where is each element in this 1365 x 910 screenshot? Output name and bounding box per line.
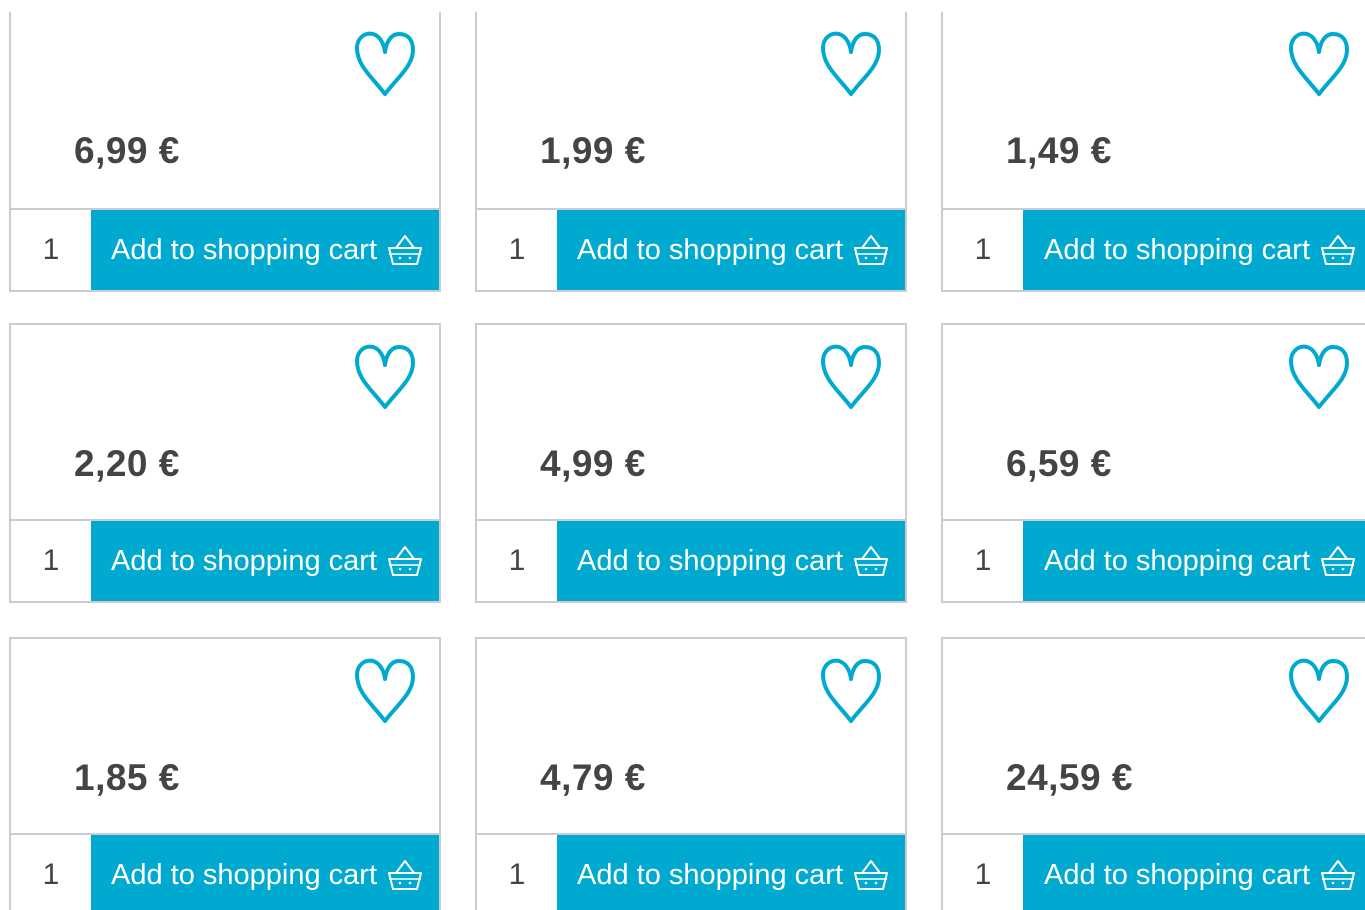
add-to-cart-button[interactable]: Add to shopping cart bbox=[557, 835, 905, 910]
product-price: 1,99 € bbox=[540, 130, 646, 171]
buy-row: Add to shopping cart bbox=[943, 208, 1365, 290]
buy-row: Add to shopping cart bbox=[11, 519, 439, 601]
add-to-cart-label: Add to shopping cart bbox=[1043, 858, 1310, 891]
quantity-input[interactable] bbox=[477, 835, 557, 910]
buy-row: Add to shopping cart bbox=[943, 519, 1365, 601]
product-card: 1,49 € Add to shopping cart bbox=[941, 12, 1365, 292]
heart-icon[interactable] bbox=[819, 30, 883, 102]
product-card: 6,59 € Add to shopping cart bbox=[941, 323, 1365, 603]
buy-row: Add to shopping cart bbox=[477, 519, 905, 601]
quantity-input[interactable] bbox=[11, 835, 91, 910]
add-to-cart-button[interactable]: Add to shopping cart bbox=[91, 521, 439, 601]
add-to-cart-button[interactable]: Add to shopping cart bbox=[91, 210, 439, 290]
quantity-input[interactable] bbox=[477, 210, 557, 290]
quantity-input[interactable] bbox=[943, 210, 1023, 290]
shopping-basket-icon bbox=[385, 230, 425, 270]
product-grid: 6,99 € Add to shopping cart 1,99 € Add t… bbox=[0, 0, 1365, 910]
shopping-basket-icon bbox=[385, 541, 425, 581]
product-card: 1,85 € Add to shopping cart bbox=[9, 637, 441, 910]
shopping-basket-icon bbox=[1318, 855, 1358, 895]
buy-row: Add to shopping cart bbox=[11, 833, 439, 910]
heart-icon[interactable] bbox=[819, 657, 883, 729]
heart-icon[interactable] bbox=[819, 343, 883, 415]
heart-icon[interactable] bbox=[353, 30, 417, 102]
shopping-basket-icon bbox=[851, 541, 891, 581]
heart-icon[interactable] bbox=[1287, 30, 1351, 102]
add-to-cart-label: Add to shopping cart bbox=[1043, 544, 1310, 577]
buy-row: Add to shopping cart bbox=[477, 208, 905, 290]
product-price: 6,59 € bbox=[1006, 443, 1112, 484]
quantity-input[interactable] bbox=[11, 210, 91, 290]
product-card: 4,79 € Add to shopping cart bbox=[475, 637, 907, 910]
product-price: 4,99 € bbox=[540, 443, 646, 484]
heart-icon[interactable] bbox=[353, 657, 417, 729]
quantity-input[interactable] bbox=[943, 521, 1023, 601]
buy-row: Add to shopping cart bbox=[477, 833, 905, 910]
add-to-cart-label: Add to shopping cart bbox=[1043, 233, 1310, 266]
shopping-basket-icon bbox=[851, 855, 891, 895]
quantity-input[interactable] bbox=[943, 835, 1023, 910]
buy-row: Add to shopping cart bbox=[943, 833, 1365, 910]
product-card: 1,99 € Add to shopping cart bbox=[475, 12, 907, 292]
shopping-basket-icon bbox=[1318, 230, 1358, 270]
heart-icon[interactable] bbox=[1287, 657, 1351, 729]
shopping-basket-icon bbox=[851, 230, 891, 270]
add-to-cart-label: Add to shopping cart bbox=[576, 544, 843, 577]
add-to-cart-button[interactable]: Add to shopping cart bbox=[1023, 835, 1365, 910]
product-price: 1,49 € bbox=[1006, 130, 1112, 171]
product-price: 1,85 € bbox=[74, 757, 180, 798]
shopping-basket-icon bbox=[385, 855, 425, 895]
quantity-input[interactable] bbox=[11, 521, 91, 601]
buy-row: Add to shopping cart bbox=[11, 208, 439, 290]
shopping-basket-icon bbox=[1318, 541, 1358, 581]
add-to-cart-label: Add to shopping cart bbox=[576, 858, 843, 891]
add-to-cart-label: Add to shopping cart bbox=[110, 233, 377, 266]
product-card: 4,99 € Add to shopping cart bbox=[475, 323, 907, 603]
product-price: 4,79 € bbox=[540, 757, 646, 798]
quantity-input[interactable] bbox=[477, 521, 557, 601]
add-to-cart-label: Add to shopping cart bbox=[576, 233, 843, 266]
add-to-cart-button[interactable]: Add to shopping cart bbox=[557, 210, 905, 290]
product-card: 24,59 € Add to shopping cart bbox=[941, 637, 1365, 910]
add-to-cart-button[interactable]: Add to shopping cart bbox=[1023, 210, 1365, 290]
heart-icon[interactable] bbox=[353, 343, 417, 415]
product-price: 6,99 € bbox=[74, 130, 180, 171]
add-to-cart-button[interactable]: Add to shopping cart bbox=[91, 835, 439, 910]
add-to-cart-button[interactable]: Add to shopping cart bbox=[557, 521, 905, 601]
add-to-cart-button[interactable]: Add to shopping cart bbox=[1023, 521, 1365, 601]
product-price: 2,20 € bbox=[74, 443, 180, 484]
heart-icon[interactable] bbox=[1287, 343, 1351, 415]
product-card: 6,99 € Add to shopping cart bbox=[9, 12, 441, 292]
product-card: 2,20 € Add to shopping cart bbox=[9, 323, 441, 603]
add-to-cart-label: Add to shopping cart bbox=[110, 544, 377, 577]
add-to-cart-label: Add to shopping cart bbox=[110, 858, 377, 891]
product-price: 24,59 € bbox=[1006, 757, 1133, 798]
